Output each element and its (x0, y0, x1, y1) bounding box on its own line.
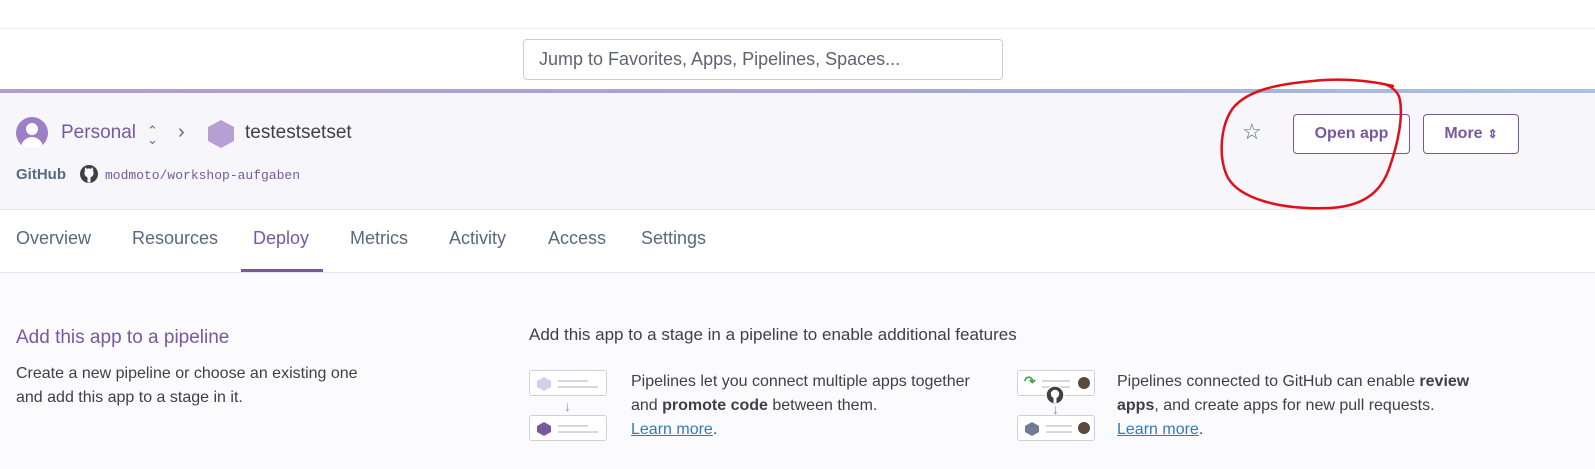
section-title: Add this app to a pipeline (16, 327, 230, 348)
tab-deploy[interactable]: Deploy (253, 228, 309, 249)
feature-text-part: Pipelines connected to GitHub can enable (1117, 373, 1420, 390)
tab-metrics[interactable]: Metrics (350, 228, 408, 249)
pipeline-heading: Add this app to a stage in a pipeline to… (529, 325, 1017, 344)
chevron-up-down-icon: ⇕ (1487, 127, 1498, 141)
breadcrumb-chevron-right-icon: › (178, 121, 185, 143)
top-strip (0, 0, 1595, 29)
stage-card (529, 415, 607, 441)
user-avatar-icon[interactable] (16, 117, 48, 149)
active-tab-indicator (241, 269, 323, 272)
github-repo-link[interactable]: modmoto/workshop-aufgaben (105, 168, 300, 183)
app-tabs: Overview Resources Deploy Metrics Activi… (0, 210, 1595, 273)
arrow-down-icon: ↓ (564, 398, 571, 414)
feature-text-suffix: . (712, 421, 718, 438)
feature-github-text: Pipelines connected to GitHub can enable… (1117, 370, 1497, 442)
chevron-up-down-icon[interactable]: ⌃ ⌄ (147, 124, 158, 146)
section-description: Create a new pipeline or choose an exist… (16, 365, 358, 406)
feature-promote-text: Pipelines let you connect multiple apps … (631, 370, 981, 442)
github-icon (80, 165, 98, 183)
tab-resources[interactable]: Resources (132, 228, 218, 249)
app-name: testestsetset (245, 122, 352, 143)
feature-text-suffix: . (1198, 421, 1204, 438)
open-app-button[interactable]: Open app (1293, 114, 1410, 154)
feature-text-part: , and create apps for new pull requests. (1154, 397, 1435, 414)
hexagon-app-icon (208, 120, 234, 148)
team-switcher-label[interactable]: Personal (61, 122, 136, 144)
tab-activity[interactable]: Activity (449, 228, 506, 249)
feature-bold-text: promote code (662, 397, 768, 414)
learn-more-link[interactable]: Learn more (631, 421, 713, 438)
hexagon-app-icon (537, 377, 551, 391)
tab-access[interactable]: Access (548, 228, 606, 249)
avatar (1078, 377, 1090, 389)
github-label: GitHub (16, 166, 66, 183)
review-app-card (1017, 415, 1095, 441)
hexagon-app-icon (1025, 422, 1039, 436)
search-input[interactable] (523, 39, 1003, 80)
more-button[interactable]: More ⇕ (1423, 114, 1519, 154)
tab-settings[interactable]: Settings (641, 228, 706, 249)
learn-more-link[interactable]: Learn more (1117, 421, 1199, 438)
stage-card (529, 370, 607, 396)
pull-request-icon: ↷ (1024, 373, 1036, 389)
star-outline-icon[interactable]: ☆ (1242, 119, 1262, 145)
avatar (1078, 422, 1090, 434)
hexagon-app-icon (537, 422, 551, 436)
feature-text-part: between them. (767, 397, 878, 414)
more-button-label: More (1444, 125, 1483, 142)
tab-overview[interactable]: Overview (16, 228, 91, 249)
